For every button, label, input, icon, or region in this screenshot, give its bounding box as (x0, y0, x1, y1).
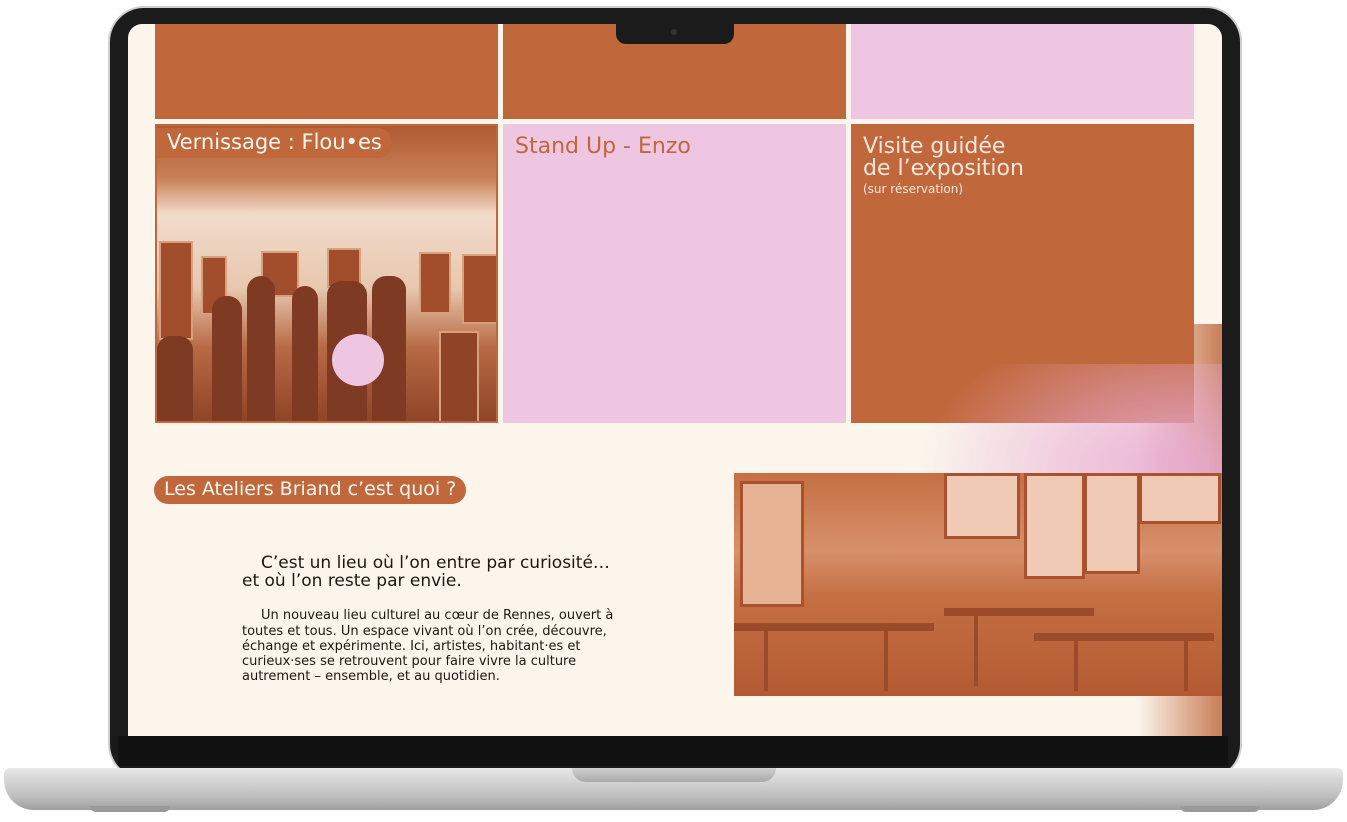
artwork (419, 252, 451, 314)
window (1084, 473, 1140, 574)
event-card-top-left[interactable] (155, 24, 498, 119)
laptop-opening-notch (572, 768, 776, 782)
about-body-line3: échange et expérimente. Ici, artistes, h… (242, 639, 581, 654)
visitor (247, 276, 275, 421)
screen-bottom-bezel (118, 736, 1228, 766)
table-leg (974, 616, 978, 686)
event-title-visite-line1: Visite guidée (863, 134, 1006, 159)
event-title-visite-line2: de l’exposition (863, 156, 1024, 181)
table-leg (884, 631, 888, 691)
pink-circle-decoration (332, 334, 384, 386)
event-card-top-right[interactable] (851, 24, 1194, 119)
event-card-stand-up[interactable]: Stand Up - Enzo (503, 124, 846, 423)
gallery-photo (157, 126, 496, 421)
sculpture (439, 331, 479, 421)
table-leg (1184, 641, 1188, 691)
window (944, 473, 1020, 539)
window (1139, 473, 1221, 524)
artwork (159, 241, 193, 340)
workbench (1034, 633, 1214, 641)
event-title-stand-up: Stand Up - Enzo (515, 134, 691, 159)
about-body-line1: Un nouveau lieu culturel au cœur de Renn… (261, 608, 614, 623)
camera-notch (616, 24, 734, 44)
browser-viewport: Vernissage : Flou•es Stand Up - Enzo Vis… (128, 24, 1222, 736)
table-leg (764, 631, 768, 691)
camera-icon (671, 29, 677, 35)
door (740, 481, 804, 607)
about-body-line2: toutes et tous. Un espace vivant où l’on… (242, 624, 607, 639)
visitor (157, 336, 193, 421)
artwork (462, 254, 496, 324)
about-body-line5: autrement – ensemble, et au quotidien. (242, 669, 500, 684)
about-lead-line1: C’est un lieu où l’on entre par curiosit… (261, 553, 610, 573)
workbench (734, 623, 934, 631)
window (1024, 473, 1085, 579)
workshop-photo (734, 473, 1222, 696)
reservation-note: (sur réservation) (863, 182, 964, 196)
event-title-vernissage: Vernissage : Flou•es (157, 128, 392, 158)
table-leg (1074, 641, 1078, 691)
event-card-vernissage[interactable]: Vernissage : Flou•es (155, 124, 498, 423)
laptop-foot (1180, 806, 1260, 812)
visitor (292, 286, 318, 421)
about-lead-line2: et où l’on reste par envie. (242, 571, 462, 591)
about-heading: Les Ateliers Briand c’est quoi ? (154, 476, 467, 504)
about-body-line4: curieux·ses se retrouvent pour faire viv… (242, 654, 577, 669)
laptop-foot (90, 806, 170, 812)
visitor (212, 296, 242, 421)
workbench (944, 608, 1094, 616)
